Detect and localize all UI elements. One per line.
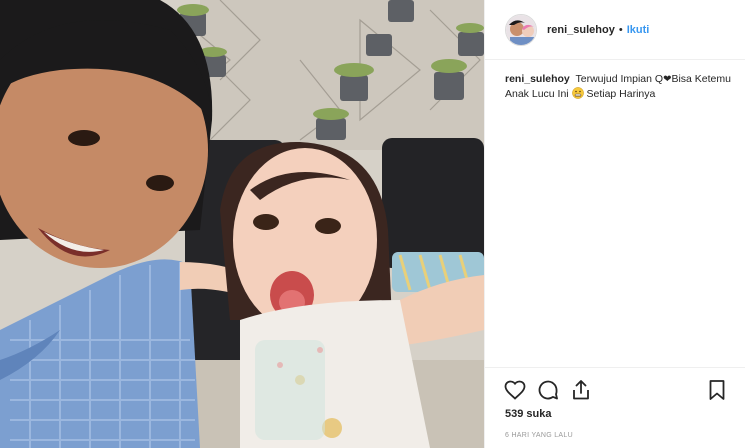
selfie-photo xyxy=(0,0,484,448)
like-count[interactable]: 539 suka xyxy=(505,408,551,420)
caption-text-3: Setiap Harinya xyxy=(586,88,656,100)
post-photo[interactable] xyxy=(0,0,484,448)
share-icon[interactable] xyxy=(569,378,593,402)
bookmark-icon[interactable] xyxy=(705,378,729,402)
comment-bubble-icon[interactable] xyxy=(536,378,560,402)
post-caption: reni_sulehoy Terwujud Impian Q❤Bisa Kete… xyxy=(505,72,737,102)
separator-dot: • xyxy=(618,23,623,36)
action-bar xyxy=(485,367,745,407)
grimacing-face-icon xyxy=(571,87,584,99)
avatar[interactable] xyxy=(505,13,537,46)
avatar-image xyxy=(506,14,536,45)
follow-button[interactable]: Ikuti xyxy=(627,24,650,36)
post-timestamp[interactable]: 6 HARI YANG LALU xyxy=(505,432,573,439)
caption-text-1: Terwujud Impian Q xyxy=(575,73,664,85)
post-header: reni_sulehoy • Ikuti xyxy=(485,0,745,60)
post-side-panel: reni_sulehoy • Ikuti reni_sulehoy Terwuj… xyxy=(484,0,745,448)
instagram-post: reni_sulehoy • Ikuti reni_sulehoy Terwuj… xyxy=(0,0,745,448)
post-username[interactable]: reni_sulehoy xyxy=(547,24,615,36)
caption-username[interactable]: reni_sulehoy xyxy=(505,73,570,85)
heart-outline-icon[interactable] xyxy=(503,378,527,402)
